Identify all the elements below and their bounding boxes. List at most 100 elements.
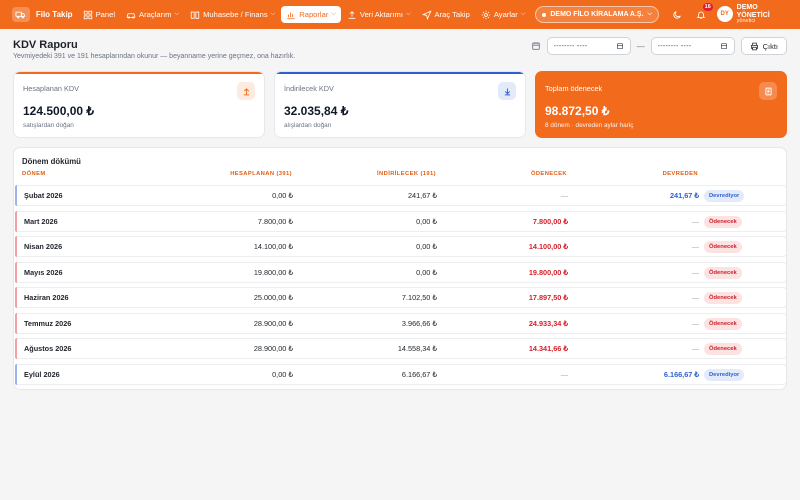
- col-carried: DEVREDEN: [662, 171, 698, 177]
- row-deductible: 7.102,50 ₺: [401, 293, 437, 302]
- company-selector[interactable]: DEMO FİLO KİRALAMA A.Ş. ⌵: [535, 6, 660, 23]
- date-to-value: -------- ----: [657, 42, 692, 50]
- col-period: DÖNEM: [22, 171, 46, 177]
- row-calculated: 25.000,00 ₺: [253, 293, 293, 302]
- status-badge: Ödenecek: [704, 241, 742, 253]
- row-period: Ağustos 2026: [24, 344, 72, 353]
- row-status-edge: [15, 363, 17, 385]
- nav-item-ayarlar[interactable]: Ayarlar ⌵: [476, 6, 530, 23]
- row-calculated: 0,00 ₺: [272, 369, 293, 379]
- calendar-picker-icon[interactable]: [720, 42, 728, 50]
- nav-item-muhasebe[interactable]: Muhasebe / Finans ⌵: [185, 6, 280, 23]
- upload-icon: [348, 10, 356, 19]
- col-deductible: İNDİRİLECEK (191): [377, 171, 436, 177]
- nav-item-panel[interactable]: Panel: [78, 6, 120, 23]
- row-payable: 17.897,50 ₺: [528, 293, 568, 302]
- row-deductible: 0,00 ₺: [416, 242, 437, 251]
- row-payable: 14.100,00 ₺: [528, 242, 568, 251]
- row-period: Nisan 2026: [24, 242, 63, 251]
- bell-icon: [696, 11, 706, 19]
- table-row[interactable]: Temmuz 2026 28.900,00 ₺ 3.966,66 ₺ 24.933,3…: [15, 312, 786, 334]
- nav-item-label: Veri Aktarımı: [359, 10, 403, 19]
- chevron-down-icon: ⌵: [405, 11, 411, 17]
- gps-icon: [421, 9, 432, 20]
- row-payable: 14.341,66 ₺: [528, 344, 568, 353]
- status-badge: Ödenecek: [704, 266, 742, 279]
- panel-title: Dönem dökümü: [22, 157, 81, 166]
- status-badge: Ödenecek: [704, 292, 742, 304]
- row-calculated: 14.100,00 ₺: [253, 242, 293, 251]
- brand-name[interactable]: Filo Takip: [36, 10, 73, 19]
- row-period: Mayıs 2026: [24, 267, 63, 277]
- card-value: 98.872,50 ₺: [545, 104, 610, 118]
- page-subtitle: Yevmiyedeki 391 ve 191 hesaplarından oku…: [13, 53, 296, 60]
- date-to-input[interactable]: -------- ----: [650, 37, 735, 55]
- status-badge: Ödenecek: [704, 215, 742, 228]
- card-label: Hesaplanan KDV: [23, 84, 79, 93]
- row-carried: —: [691, 267, 699, 277]
- calculated-vat-card: Hesaplanan KDV 124.500,00 ₺ satışlardan …: [13, 71, 265, 138]
- table-row[interactable]: Mart 2026 7.800,00 ₺ 0,00 ₺ 7.800,00 ₺ — Öden…: [15, 210, 786, 232]
- card-note: satışlardan doğan: [23, 122, 74, 129]
- nav-item-veri-aktarimi[interactable]: Veri Aktarımı ⌵: [342, 6, 416, 23]
- truck-logo-icon: [12, 7, 30, 22]
- row-status-edge: [15, 185, 17, 206]
- row-deductible: 0,00 ₺: [416, 267, 437, 277]
- user-role: yönetici: [736, 17, 756, 24]
- table-row[interactable]: Nisan 2026 14.100,00 ₺ 0,00 ₺ 14.100,00 ₺ — Ö…: [15, 236, 786, 257]
- deductible-vat-card: İndirilecek KDV 32.035,84 ₺ alışlardan d…: [274, 71, 526, 138]
- row-calculated: 28.900,00 ₺: [253, 344, 293, 353]
- row-status-edge: [15, 236, 17, 257]
- row-carried: —: [691, 242, 699, 251]
- nav-item-label: Muhasebe / Finans: [203, 10, 268, 19]
- row-calculated: 28.900,00 ₺: [253, 318, 293, 328]
- arrow-down-icon: [498, 82, 516, 100]
- status-badge: Ödenecek: [704, 343, 742, 355]
- nav-item-araclarim[interactable]: Araçlarım ⌵: [121, 6, 184, 23]
- nav-item-raporlar[interactable]: Raporlar ⌵: [281, 6, 341, 23]
- date-range-separator: —: [636, 41, 645, 51]
- top-nav: Filo Takip Panel Araçlarım ⌵ Muhasebe / …: [0, 0, 800, 29]
- grid-icon: [83, 10, 92, 19]
- row-calculated: 19.800,00 ₺: [253, 267, 293, 277]
- print-label: Çıktı: [762, 41, 778, 51]
- row-carried: 241,67 ₺: [670, 191, 699, 200]
- nav-item-arac-takip[interactable]: Araç Takip: [417, 6, 475, 23]
- table-row[interactable]: Ağustos 2026 28.900,00 ₺ 14.558,34 ₺ 14.341…: [15, 338, 786, 359]
- table-row[interactable]: Şubat 2026 0,00 ₺ 241,67 ₺ — 241,67 ₺ Devredi…: [15, 185, 786, 206]
- chevron-down-icon: ⌵: [270, 11, 276, 17]
- row-status-edge: [15, 261, 17, 283]
- row-status-edge: [15, 287, 17, 308]
- row-deductible: 14.558,34 ₺: [397, 344, 437, 353]
- table-row[interactable]: Mayıs 2026 19.800,00 ₺ 0,00 ₺ 19.800,00 ₺ — Ö…: [15, 261, 786, 283]
- user-name: DEMO YÖNETİCİ: [736, 4, 770, 19]
- row-calculated: 0,00 ₺: [272, 191, 293, 200]
- page-title: KDV Raporu: [13, 39, 78, 51]
- total-payable-card: Toplam ödenecek 98.872,50 ₺ 8 dönem · de…: [535, 71, 787, 138]
- nav-item-label: Ayarlar: [493, 10, 518, 19]
- print-button[interactable]: Çıktı: [740, 37, 787, 55]
- chevron-down-icon: ⌵: [647, 11, 653, 17]
- row-period: Eylül 2026: [24, 369, 60, 379]
- book-icon: [190, 11, 200, 19]
- notifications-button[interactable]: 16: [693, 2, 713, 23]
- user-menu[interactable]: DY DEMO YÖNETİCİ yönetici: [716, 4, 792, 24]
- company-name: DEMO FİLO KİRALAMA A.Ş.: [550, 11, 644, 18]
- table-row[interactable]: Haziran 2026 25.000,00 ₺ 7.102,50 ₺ 17.897,…: [15, 287, 786, 308]
- row-status-edge: [15, 338, 17, 359]
- calendar-picker-icon[interactable]: [616, 42, 624, 50]
- row-period: Temmuz 2026: [24, 318, 72, 328]
- date-from-input[interactable]: -------- ----: [546, 37, 631, 55]
- card-note: 8 dönem · devreden aylar hariç: [545, 122, 634, 129]
- table-header: DÖNEM HESAPLANAN (391) İNDİRİLECEK (191)…: [14, 171, 786, 181]
- row-deductible: 241,67 ₺: [408, 191, 437, 200]
- status-badge: Devrediyor: [704, 190, 745, 202]
- row-payable: 24.933,34 ₺: [528, 318, 568, 328]
- avatar: DY: [716, 6, 733, 23]
- row-payable: —: [560, 369, 568, 379]
- row-deductible: 6.166,67 ₺: [401, 369, 437, 379]
- theme-toggle-button[interactable]: [669, 7, 685, 23]
- nav-item-label: Araçlarım: [139, 10, 172, 19]
- table-row[interactable]: Eylül 2026 0,00 ₺ 6.166,67 ₺ — 6.166,67 ₺ Dev…: [15, 363, 786, 385]
- row-status-edge: [15, 210, 17, 232]
